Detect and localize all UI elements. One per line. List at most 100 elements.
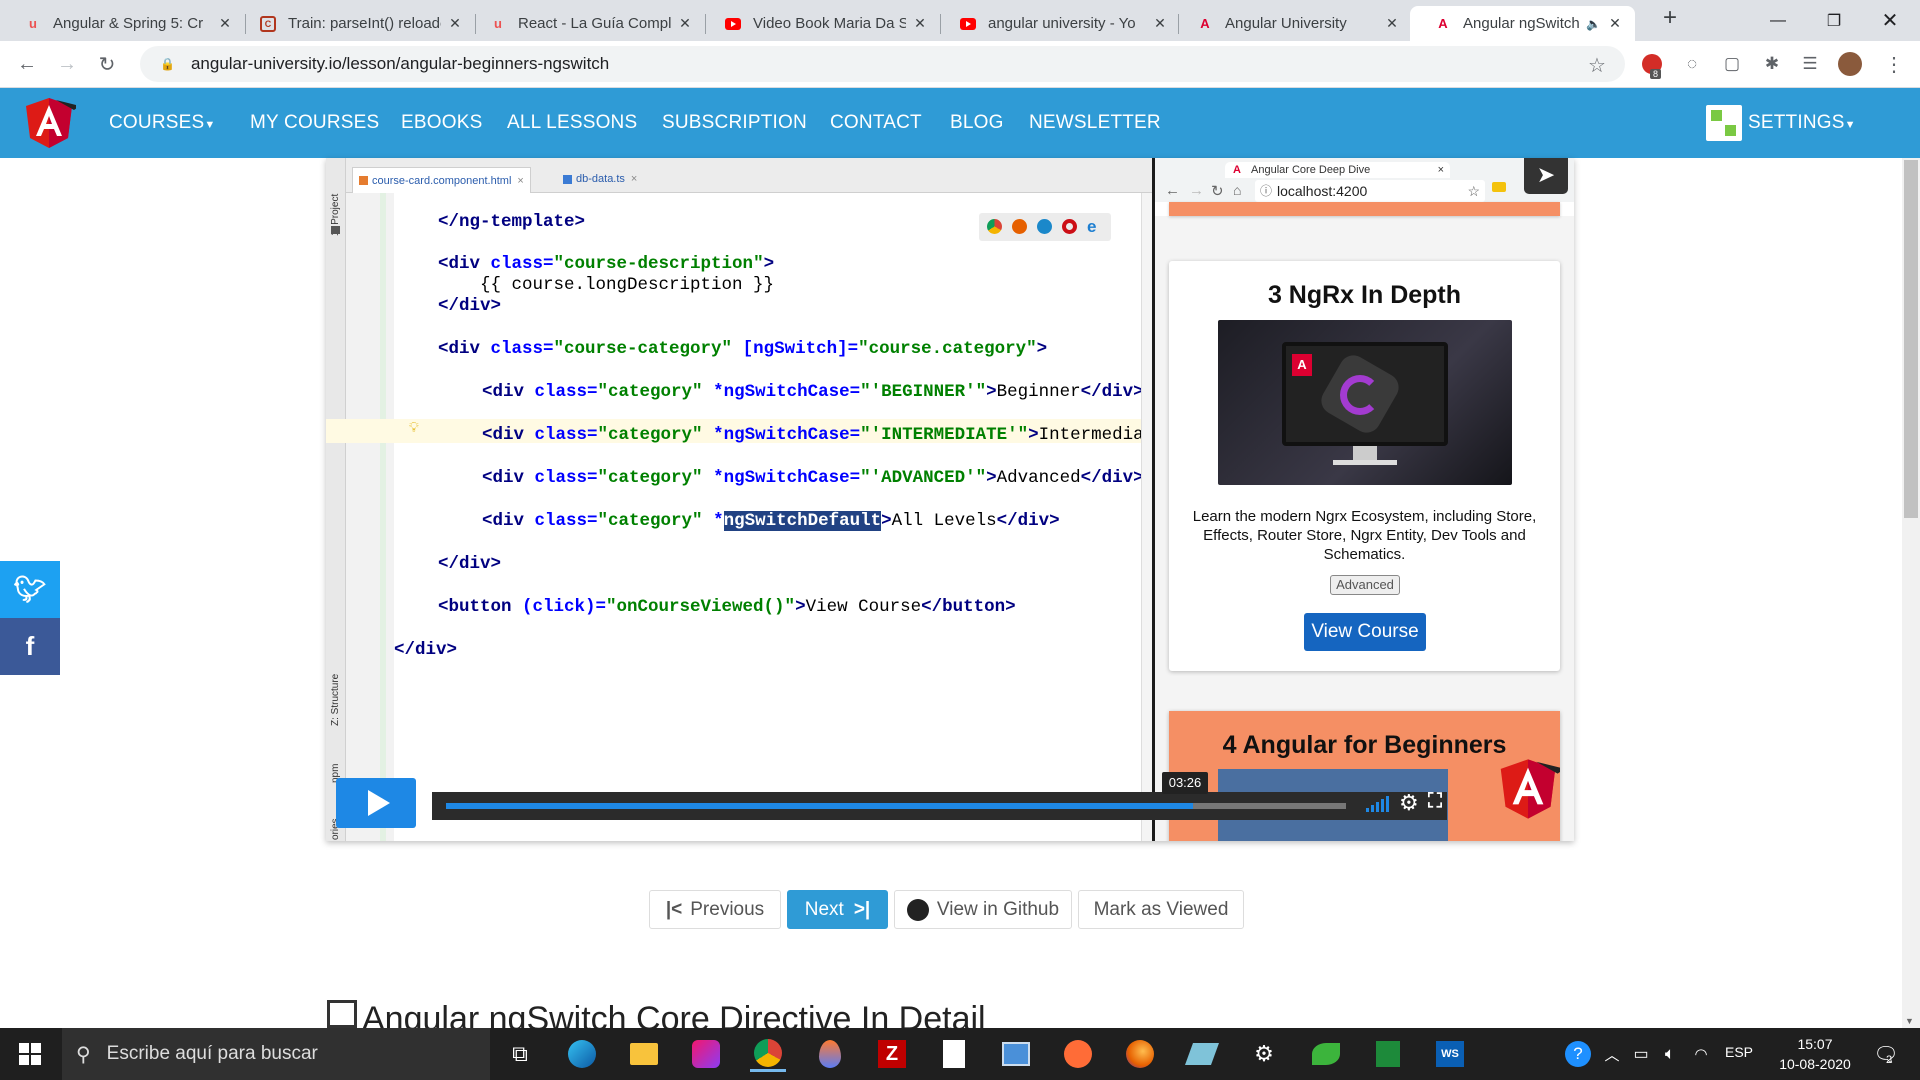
view-in-github-button[interactable]: View in Github bbox=[894, 890, 1072, 929]
nav-my-courses[interactable]: MY COURSES bbox=[250, 112, 379, 134]
bookmark-star-icon[interactable]: ☆ bbox=[1467, 180, 1480, 202]
extension-box-icon[interactable]: ▢ bbox=[1720, 52, 1744, 76]
drop-app-icon[interactable] bbox=[812, 1036, 848, 1072]
pencil-app-icon[interactable] bbox=[1184, 1036, 1220, 1072]
back-icon[interactable]: ← bbox=[1165, 182, 1180, 199]
play-button[interactable] bbox=[336, 778, 416, 828]
previous-lesson-button[interactable]: |< Previous bbox=[649, 890, 781, 929]
nav-newsletter[interactable]: NEWSLETTER bbox=[1029, 112, 1161, 134]
volume-icon[interactable] bbox=[1366, 796, 1389, 812]
reload-icon[interactable]: ↻ bbox=[1211, 182, 1224, 200]
preview-tab[interactable]: A Angular Core Deep Dive × bbox=[1225, 162, 1450, 178]
reading-list-icon[interactable]: ☰ bbox=[1798, 52, 1822, 76]
close-tab-icon[interactable]: ✕ bbox=[1384, 15, 1400, 32]
home-icon[interactable]: ⌂ bbox=[1233, 182, 1241, 198]
preview-address-bar[interactable]: ⓘ localhost:4200 ☆ bbox=[1255, 180, 1485, 202]
bookmark-star-icon[interactable]: ☆ bbox=[1588, 53, 1606, 78]
new-tab-button[interactable]: + bbox=[1655, 4, 1685, 34]
close-icon[interactable]: × bbox=[517, 175, 523, 187]
minimize-icon[interactable]: — bbox=[1750, 0, 1806, 41]
ie-icon[interactable]: e bbox=[1087, 217, 1096, 237]
browser-tab[interactable]: C Train: parseInt() reloade ✕ bbox=[235, 6, 475, 41]
help-icon[interactable]: ? bbox=[1560, 1036, 1596, 1072]
profile-avatar[interactable] bbox=[1838, 52, 1862, 76]
wifi-icon[interactable]: ◠ bbox=[1683, 1036, 1719, 1072]
leaf-app-icon[interactable] bbox=[1308, 1036, 1344, 1072]
postman-icon[interactable] bbox=[1060, 1036, 1096, 1072]
nav-contact[interactable]: CONTACT bbox=[830, 112, 922, 134]
ide-scrollbar[interactable] bbox=[1141, 193, 1152, 841]
forward-icon[interactable]: → bbox=[1189, 182, 1204, 199]
close-window-icon[interactable]: ✕ bbox=[1862, 0, 1918, 41]
browser-tab[interactable]: Video Book Maria Da S ✕ bbox=[700, 6, 940, 41]
keyboard-language[interactable]: ESP bbox=[1725, 1044, 1753, 1060]
nav-subscription[interactable]: SUBSCRIPTION bbox=[662, 112, 807, 134]
chrome-taskbar-icon[interactable] bbox=[750, 1036, 786, 1072]
browser-tab-active[interactable]: A Angular ngSwitch 🔈 ✕ bbox=[1410, 6, 1635, 41]
angular-university-logo[interactable] bbox=[22, 96, 76, 150]
view-course-button[interactable]: View Course bbox=[1304, 613, 1426, 651]
nav-ebooks[interactable]: EBOOKS bbox=[401, 112, 482, 134]
ws-app-icon[interactable]: WS bbox=[1432, 1036, 1468, 1072]
close-tab-icon[interactable]: ✕ bbox=[912, 15, 928, 32]
nav-settings[interactable]: SETTINGS▼ bbox=[1748, 112, 1856, 134]
send-icon[interactable]: ➤ bbox=[1524, 158, 1568, 194]
progress-bar[interactable] bbox=[432, 792, 1447, 820]
close-tab-icon[interactable]: ✕ bbox=[447, 15, 463, 32]
facebook-share-button[interactable]: f bbox=[0, 618, 60, 675]
close-icon[interactable]: × bbox=[631, 173, 637, 185]
close-icon[interactable]: × bbox=[1438, 162, 1444, 178]
task-view-icon[interactable]: ⧉ bbox=[502, 1036, 538, 1072]
safari-icon[interactable] bbox=[1037, 219, 1052, 234]
next-lesson-button[interactable]: Next >| bbox=[787, 890, 888, 929]
address-bar[interactable]: 🔒 angular-university.io/lesson/angular-b… bbox=[140, 46, 1625, 82]
ide-tab-course-card[interactable]: course-card.component.html × bbox=[352, 167, 531, 193]
windows-start-icon[interactable] bbox=[12, 1036, 48, 1072]
twitter-share-button[interactable]: 🐦︎ bbox=[0, 561, 60, 618]
page-scrollbar-thumb[interactable] bbox=[1904, 160, 1918, 518]
spreadsheet-app-icon[interactable] bbox=[1370, 1036, 1406, 1072]
settings-taskbar-icon[interactable]: ⚙ bbox=[1246, 1036, 1282, 1072]
ide-tab-db-data[interactable]: db-data.ts × bbox=[557, 169, 643, 189]
browser-menu-icon[interactable]: ⋮ bbox=[1882, 52, 1906, 76]
close-tab-icon[interactable]: ✕ bbox=[1607, 15, 1623, 32]
extension-circle-icon[interactable]: ◌ bbox=[1680, 52, 1704, 76]
taskbar-search-box[interactable]: ⚲ Escribe aquí para buscar bbox=[62, 1028, 490, 1080]
taskbar-clock[interactable]: 15:07 10-08-2020 bbox=[1775, 1034, 1855, 1074]
firefox-taskbar-icon[interactable] bbox=[1122, 1036, 1158, 1072]
settings-gear-icon[interactable]: ⚙ bbox=[1399, 790, 1419, 816]
scroll-down-arrow-icon[interactable]: ▼ bbox=[1905, 1016, 1914, 1026]
nav-all-lessons[interactable]: ALL LESSONS bbox=[507, 112, 637, 134]
close-tab-icon[interactable]: ✕ bbox=[217, 15, 233, 32]
mark-as-viewed-button[interactable]: Mark as Viewed bbox=[1078, 890, 1244, 929]
network-app-icon[interactable] bbox=[998, 1036, 1034, 1072]
extensions-puzzle-icon[interactable]: ✱ bbox=[1760, 52, 1784, 76]
webstorm-icon[interactable] bbox=[688, 1036, 724, 1072]
close-tab-icon[interactable]: ✕ bbox=[677, 15, 693, 32]
nav-blog[interactable]: BLOG bbox=[950, 112, 1004, 134]
lesson-complete-checkbox[interactable] bbox=[327, 1000, 357, 1028]
nav-courses[interactable]: COURSES▼ bbox=[109, 112, 215, 134]
chrome-icon[interactable] bbox=[987, 219, 1002, 234]
reload-icon[interactable]: ↻ bbox=[92, 49, 122, 79]
speaker-icon[interactable]: 🔈 bbox=[1586, 17, 1601, 31]
restore-icon[interactable]: ❐ bbox=[1806, 0, 1862, 41]
browser-tab[interactable]: A Angular University ✕ bbox=[1172, 6, 1412, 41]
file-explorer-icon[interactable] bbox=[626, 1036, 662, 1072]
firefox-icon[interactable] bbox=[1012, 219, 1027, 234]
settings-avatar-icon[interactable] bbox=[1706, 105, 1742, 141]
fullscreen-icon[interactable]: ⛶ bbox=[1428, 790, 1442, 813]
close-tab-icon[interactable]: ✕ bbox=[1152, 15, 1168, 32]
lesson-video-player[interactable]: 1: Project Z: Structure npm ories course… bbox=[326, 158, 1574, 841]
browser-tab[interactable]: u Angular & Spring 5: Cr ✕ bbox=[0, 6, 245, 41]
extension-icon[interactable] bbox=[1492, 182, 1506, 192]
browser-tab[interactable]: u React - La Guía Comple ✕ bbox=[465, 6, 705, 41]
notepad-icon[interactable] bbox=[936, 1036, 972, 1072]
back-icon[interactable]: ← bbox=[12, 49, 42, 79]
browser-tab[interactable]: angular university - Yo ✕ bbox=[935, 6, 1180, 41]
filezilla-icon[interactable]: Z bbox=[874, 1036, 910, 1072]
opera-icon[interactable] bbox=[1062, 219, 1077, 234]
lightbulb-icon[interactable]: 💡︎ bbox=[409, 419, 419, 436]
edge-icon[interactable] bbox=[564, 1036, 600, 1072]
forward-icon[interactable]: → bbox=[52, 49, 82, 79]
